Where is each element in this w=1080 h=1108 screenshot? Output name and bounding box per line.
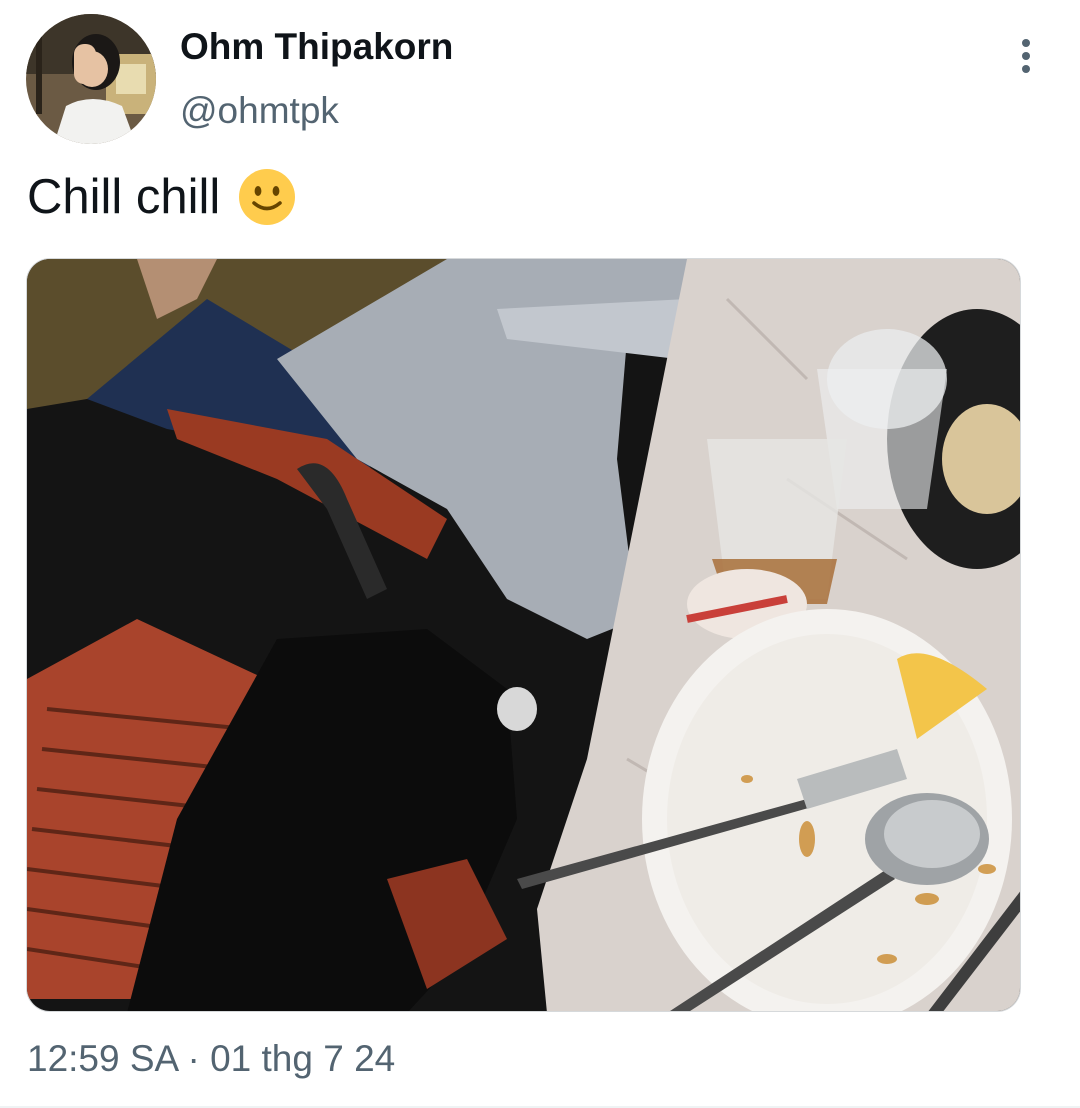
profile-photo-icon (26, 14, 156, 144)
slightly-smiling-face-icon (239, 169, 296, 225)
author-display-name[interactable]: Ohm Thipakorn (180, 26, 453, 68)
more-options-button[interactable] (1004, 34, 1048, 78)
timestamp-date: 01 thg 7 24 (210, 1038, 396, 1079)
restaurant-table-photo-icon (27, 259, 1020, 1011)
vertical-ellipsis-icon (1022, 39, 1030, 73)
timestamp-time: 12:59 SA (27, 1038, 178, 1079)
avatar[interactable] (26, 14, 156, 144)
tweet-timestamp[interactable]: 12:59 SA · 01 thg 7 24 (27, 1038, 395, 1080)
author-handle[interactable]: @ohmtpk (180, 90, 339, 132)
tweet-photo[interactable] (26, 258, 1021, 1012)
tweet-text: Chill chill (27, 165, 296, 229)
tweet-text-content: Chill chill (27, 170, 221, 224)
timestamp-separator: · (187, 1038, 200, 1079)
